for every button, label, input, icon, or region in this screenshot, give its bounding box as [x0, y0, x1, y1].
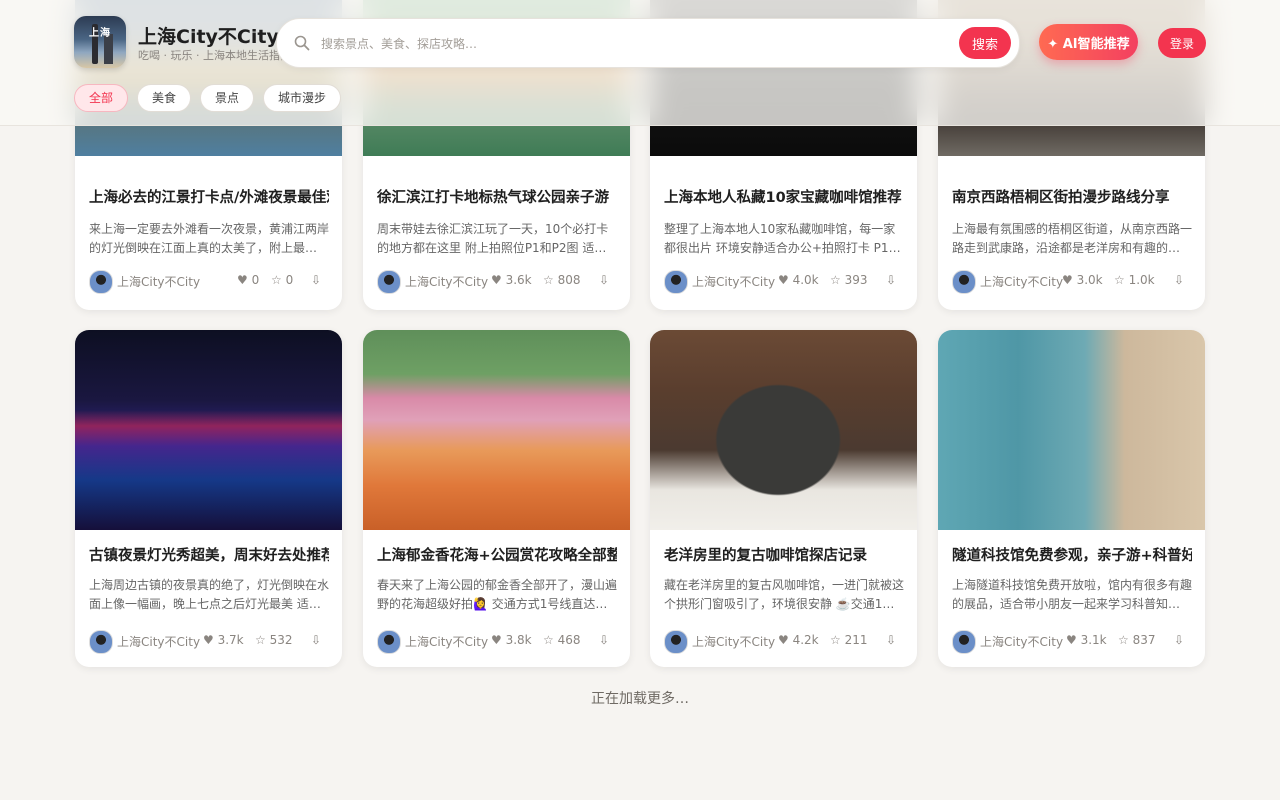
avatar[interactable]	[377, 270, 401, 294]
download-icon[interactable]: ⇩	[1174, 633, 1184, 647]
post-meta: 上海City不City ♥ 3.8k ☆ 468 ⇩	[377, 630, 617, 654]
post-meta: 上海City不City ♥ 3.1k ☆ 837 ⇩	[952, 630, 1192, 654]
chip-city-walk[interactable]: 城市漫步	[263, 84, 342, 112]
author-name[interactable]: 上海City不City	[692, 273, 775, 290]
like-count[interactable]: ♥ 3.8k	[491, 633, 532, 647]
author-name[interactable]: 上海City不City	[692, 633, 775, 650]
post-card[interactable]: 隧道科技馆免费参观，亲子游+科普好去处 上海隧道科技馆免费开放啦，馆内有很多有趣…	[938, 330, 1205, 667]
post-description: 周末带娃去徐汇滨江玩了一天，10个必打卡的地方都在这里 附上拍照位P1和P2图 …	[377, 222, 609, 255]
avatar[interactable]	[377, 630, 401, 654]
avatar[interactable]	[664, 270, 688, 294]
post-image[interactable]	[650, 330, 917, 530]
post-description: 整理了上海本地人10家私藏咖啡馆，每一家都很出片 环境安静适合办公+拍照打卡 P…	[664, 222, 896, 255]
post-description: 来上海一定要去外滩看一次夜景，黄浦江两岸的灯光倒映在江面上真的太美了，附上最佳拍…	[89, 222, 329, 255]
post-card[interactable]: 老洋房里的复古咖啡馆探店记录 藏在老洋房里的复古风咖啡馆，一进门就被这个拱形门窗…	[650, 330, 917, 667]
site-title: 上海City不City	[138, 26, 279, 48]
favorite-count[interactable]: ☆ 0	[271, 273, 293, 287]
author-name[interactable]: 上海City不City	[980, 273, 1063, 290]
post-description: 上海隧道科技馆免费开放啦，馆内有很多有趣的展品，适合带小朋友一起来学习科普知识 …	[952, 578, 1192, 611]
favorite-count[interactable]: ☆ 808	[543, 273, 580, 287]
site-logo[interactable]: 上海	[74, 16, 126, 68]
post-title[interactable]: 徐汇滨江打卡地标热气球公园亲子游	[377, 186, 617, 207]
like-count[interactable]: ♥ 3.6k	[491, 273, 532, 287]
author-name[interactable]: 上海City不City	[980, 633, 1063, 650]
loading-more-indicator: 正在加载更多…	[591, 691, 689, 707]
like-count[interactable]: ♥ 0	[237, 273, 259, 287]
author-name[interactable]: 上海City不City	[117, 633, 200, 650]
post-image[interactable]	[75, 330, 342, 530]
top-header: 上海 上海City不City 吃喝 · 玩乐 · 上海本地生活指南 搜索 ✦ A…	[0, 0, 1280, 126]
post-description: 春天来了上海公园的郁金香全部开了，漫山遍野的花海超级好拍🙋‍♀️ 交通方式1号线…	[377, 578, 617, 611]
post-title[interactable]: 南京西路梧桐区街拍漫步路线分享	[952, 186, 1192, 207]
download-icon[interactable]: ⇩	[599, 273, 609, 287]
post-image[interactable]	[938, 330, 1205, 530]
author-name[interactable]: 上海City不City	[405, 633, 488, 650]
like-count[interactable]: ♥ 4.0k	[778, 273, 819, 287]
like-count[interactable]: ♥ 3.1k	[1066, 633, 1107, 647]
logo-text: 上海	[89, 28, 111, 39]
chip-sights[interactable]: 景点	[200, 84, 255, 112]
favorite-count[interactable]: ☆ 468	[543, 633, 580, 647]
post-title[interactable]: 隧道科技馆免费参观，亲子游+科普好去处	[952, 544, 1192, 565]
post-title[interactable]: 上海本地人私藏10家宝藏咖啡馆推荐	[664, 186, 904, 207]
favorite-count[interactable]: ☆ 532	[255, 633, 292, 647]
chip-food[interactable]: 美食	[137, 84, 192, 112]
search-input[interactable]	[319, 31, 943, 57]
download-icon[interactable]: ⇩	[599, 633, 609, 647]
post-card[interactable]: 上海郁金香花海+公园赏花攻略全部整理好了 春天来了上海公园的郁金香全部开了，漫山…	[363, 330, 630, 667]
avatar[interactable]	[89, 630, 113, 654]
favorite-count[interactable]: ☆ 837	[1118, 633, 1155, 647]
post-meta: 上海City不City ♥ 4.2k ☆ 211 ⇩	[664, 630, 904, 654]
chip-all[interactable]: 全部	[74, 84, 129, 112]
post-title[interactable]: 古镇夜景灯光秀超美，周末好去处推荐	[89, 544, 329, 565]
download-icon[interactable]: ⇩	[1174, 273, 1184, 287]
post-meta: 上海City不City ♥ 0 ☆ 0 ⇩	[89, 270, 329, 294]
post-description: 上海周边古镇的夜景真的绝了，灯光倒映在水面上像一幅画，晚上七点之后灯光最美 适合…	[89, 578, 329, 611]
post-title[interactable]: 上海郁金香花海+公园赏花攻略全部整理好了	[377, 544, 617, 565]
avatar[interactable]	[952, 270, 976, 294]
avatar[interactable]	[952, 630, 976, 654]
like-count[interactable]: ♥ 4.2k	[778, 633, 819, 647]
favorite-count[interactable]: ☆ 211	[830, 633, 867, 647]
post-image[interactable]	[363, 330, 630, 530]
post-meta: 上海City不City ♥ 3.0k ☆ 1.0k ⇩	[952, 270, 1192, 294]
like-count[interactable]: ♥ 3.0k	[1062, 273, 1103, 287]
favorite-count[interactable]: ☆ 1.0k	[1114, 273, 1155, 287]
post-meta: 上海City不City ♥ 4.0k ☆ 393 ⇩	[664, 270, 904, 294]
author-name[interactable]: 上海City不City	[117, 273, 200, 290]
download-icon[interactable]: ⇩	[311, 273, 321, 287]
author-name[interactable]: 上海City不City	[405, 273, 488, 290]
favorite-count[interactable]: ☆ 393	[830, 273, 867, 287]
avatar[interactable]	[89, 270, 113, 294]
post-title[interactable]: 老洋房里的复古咖啡馆探店记录	[664, 544, 904, 565]
search-bar: 搜索	[276, 18, 1020, 68]
search-button[interactable]: 搜索	[959, 27, 1011, 59]
login-button[interactable]: 登录	[1158, 28, 1206, 58]
like-count[interactable]: ♥ 3.7k	[203, 633, 244, 647]
ai-recommend-button[interactable]: ✦ AI智能推荐	[1039, 24, 1138, 60]
post-title[interactable]: 上海必去的江景打卡点/外滩夜景最佳观景位	[89, 186, 329, 207]
download-icon[interactable]: ⇩	[311, 633, 321, 647]
post-description: 藏在老洋房里的复古风咖啡馆，一进门就被这个拱形门窗吸引了，环境很安静 ☕️交通1…	[664, 578, 904, 611]
download-icon[interactable]: ⇩	[886, 633, 896, 647]
category-chips: 全部 美食 景点 城市漫步	[74, 84, 342, 112]
site-subtitle: 吃喝 · 玩乐 · 上海本地生活指南	[138, 49, 291, 62]
download-icon[interactable]: ⇩	[886, 273, 896, 287]
search-icon	[294, 35, 310, 51]
post-meta: 上海City不City ♥ 3.7k ☆ 532 ⇩	[89, 630, 329, 654]
post-description: 上海最有氛围感的梧桐区街道，从南京西路一路走到武康路，沿途都是老洋房和有趣的小店…	[952, 222, 1192, 255]
avatar[interactable]	[664, 630, 688, 654]
post-card[interactable]: 古镇夜景灯光秀超美，周末好去处推荐 上海周边古镇的夜景真的绝了，灯光倒映在水面上…	[75, 330, 342, 667]
post-meta: 上海City不City ♥ 3.6k ☆ 808 ⇩	[377, 270, 617, 294]
